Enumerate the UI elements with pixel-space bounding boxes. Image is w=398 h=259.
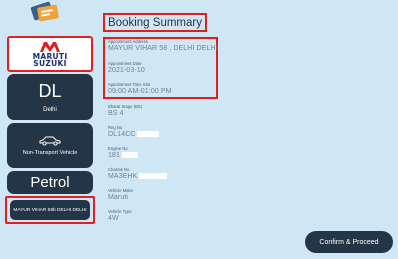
state-code: DL (38, 81, 62, 101)
field-value: DL14CC (108, 130, 160, 139)
redaction-block (121, 152, 138, 159)
state-name: Delhi (43, 107, 57, 113)
field-value: MAYUR VIHAR 58 , DELHI DELHI (108, 45, 218, 52)
ticket-icon (30, 1, 59, 22)
redaction-block (137, 131, 160, 138)
page-title: Booking Summary (108, 16, 202, 29)
vehicle-category-label: Non-Transport Vehicle (22, 150, 78, 156)
dealer-label: MAYUR VIHAR 58b DELHI DELHI (13, 207, 87, 213)
field-value: 4W (108, 215, 119, 222)
fuel-type-label: Petrol (30, 174, 70, 191)
car-icon (39, 136, 61, 146)
appointment-address-field: Appointment Address MAYUR VIHAR 58 , DEL… (108, 39, 218, 53)
redaction-block (139, 173, 168, 180)
brand-name-line2: SUZUKI (33, 59, 67, 68)
vehicle-type-field: Vehicle Type 4W (108, 209, 132, 223)
dealer-tile-highlight: MAYUR VIHAR 58b DELHI DELHI (5, 196, 95, 224)
field-value: 09:00 AM-01:00 PM (108, 88, 172, 95)
vehicle-category-tile[interactable]: Non-Transport Vehicle (7, 123, 93, 168)
fuel-type-tile[interactable]: Petrol (7, 171, 93, 194)
field-value: Maruti (108, 194, 129, 201)
dealer-tile[interactable]: MAYUR VIHAR 58b DELHI DELHI (10, 200, 90, 220)
brand-tile[interactable]: MARUTI SUZUKI (7, 36, 93, 72)
field-value: MA3EHK (108, 172, 168, 181)
appointment-time-slot-field: Appointment Time Slot 09:00 AM-01:00 PM (108, 82, 172, 96)
field-value: BS 4 (108, 110, 124, 117)
reg-no-value: DL14CC (108, 131, 136, 138)
bharat-stage-field: Bharat Stage (BS) BS 4 (108, 104, 142, 118)
appointment-date-field: Appointment Date 2021-03-10 (108, 61, 145, 75)
chassis-no-value: MA3EHK (108, 173, 138, 180)
title-highlight: Booking Summary (103, 13, 207, 32)
reg-no-field: Reg No DL14CC (108, 125, 160, 139)
engine-no-field: Engine No 181 (108, 146, 138, 160)
state-tile[interactable]: DL Delhi (7, 74, 93, 120)
engine-no-value: 181 (108, 152, 120, 159)
vehicle-make-field: Vehicle Make Maruti (108, 188, 133, 202)
field-value: 181 (108, 151, 138, 160)
field-value: 2021-03-10 (108, 67, 145, 74)
confirm-proceed-button[interactable]: Confirm & Proceed (305, 231, 393, 253)
chassis-no-field: Chassis No MA3EHK (108, 167, 168, 181)
